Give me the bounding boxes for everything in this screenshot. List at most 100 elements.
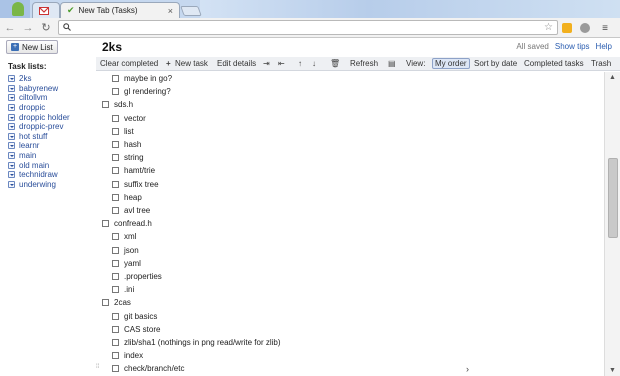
clear-completed-button[interactable]: Clear completed — [100, 59, 158, 68]
sidebar-item[interactable]: technidraw — [8, 170, 70, 180]
task-text[interactable]: avl tree — [124, 206, 150, 215]
task-text[interactable]: suffix tree — [124, 180, 159, 189]
task-row[interactable]: avl tree — [112, 204, 150, 217]
task-text[interactable]: xml — [124, 232, 136, 241]
task-row[interactable]: xml — [112, 230, 136, 243]
task-checkbox[interactable] — [112, 75, 119, 82]
task-text[interactable]: sds.h — [114, 100, 133, 109]
dropdown-icon[interactable] — [8, 94, 15, 102]
task-text[interactable]: .ini — [124, 285, 134, 294]
task-checkbox[interactable] — [112, 259, 119, 267]
scroll-down-icon[interactable]: ▼ — [609, 367, 616, 374]
task-row[interactable]: check/branch/etc — [112, 362, 184, 375]
dropdown-icon[interactable] — [8, 142, 15, 150]
task-text[interactable]: gl rendering? — [124, 87, 171, 96]
edit-details-button[interactable]: Edit details — [217, 59, 256, 68]
task-row[interactable]: list — [112, 125, 134, 138]
sidebar-item-label[interactable]: droppic — [19, 103, 45, 112]
task-row[interactable]: yaml — [112, 257, 141, 270]
task-checkbox[interactable] — [102, 101, 109, 109]
task-text[interactable]: list — [124, 127, 134, 136]
task-text[interactable]: string — [124, 153, 144, 162]
my-order-button[interactable]: My order — [432, 58, 470, 69]
sidebar-item[interactable]: hot stuff — [8, 132, 70, 142]
sidebar-item[interactable]: 2ks — [8, 74, 70, 84]
star-icon[interactable]: ☆ — [544, 22, 553, 33]
vertical-scrollbar[interactable]: ▲ ▼ — [604, 72, 620, 376]
task-checkbox[interactable] — [112, 352, 119, 360]
trash-button[interactable]: Trash — [591, 59, 611, 68]
task-checkbox[interactable] — [112, 325, 119, 333]
task-text[interactable]: git basics — [124, 312, 157, 321]
dropdown-icon[interactable] — [8, 132, 15, 140]
scrollbar-thumb[interactable] — [608, 158, 618, 238]
tab-tasks[interactable]: ✔ New Tab (Tasks) × — [60, 2, 180, 18]
task-row[interactable]: zlib/sha1 (nothings in png read/write fo… — [112, 336, 281, 349]
indent-icon[interactable]: ⇥ — [263, 59, 270, 68]
sidebar-item[interactable]: droppic — [8, 103, 70, 113]
trash-icon[interactable]: 🗑 — [330, 59, 340, 68]
help-link[interactable]: Help — [596, 42, 612, 51]
task-text[interactable]: check/branch/etc — [124, 364, 184, 373]
address-input[interactable] — [75, 23, 545, 32]
sidebar-item-label[interactable]: main — [19, 151, 36, 160]
sidebar-item-label[interactable]: droppic-prev — [19, 122, 63, 131]
new-list-button[interactable]: + New List — [6, 40, 58, 54]
task-checkbox[interactable] — [112, 154, 119, 162]
resize-grip-icon[interactable]: ⁞⁞ — [96, 364, 106, 374]
back-button[interactable]: ← — [2, 20, 18, 36]
tab-gmail[interactable] — [32, 2, 60, 18]
task-row[interactable]: git basics — [112, 310, 157, 323]
extension-button-2[interactable] — [578, 21, 592, 35]
dropdown-icon[interactable] — [8, 171, 15, 179]
new-tab-button[interactable] — [180, 6, 202, 16]
task-row[interactable]: maybe in go? — [112, 72, 172, 85]
chevron-right-icon[interactable]: › — [466, 364, 469, 374]
sidebar-item-label[interactable]: droppic holder — [19, 113, 70, 122]
task-text[interactable]: CAS store — [124, 325, 160, 334]
task-group-row[interactable]: confread.h — [102, 217, 152, 230]
dropdown-icon[interactable] — [8, 104, 15, 112]
task-text[interactable]: .properties — [124, 272, 162, 281]
dropdown-icon[interactable] — [8, 152, 15, 160]
task-text[interactable]: hash — [124, 140, 141, 149]
task-checkbox[interactable] — [112, 312, 119, 320]
task-text[interactable]: index — [124, 351, 143, 360]
sidebar-item[interactable]: droppic holder — [8, 112, 70, 122]
task-text[interactable]: yaml — [124, 259, 141, 268]
dropdown-icon[interactable] — [8, 113, 15, 121]
task-checkbox[interactable] — [112, 273, 119, 280]
task-text[interactable]: vector — [124, 114, 146, 123]
sidebar-item-label[interactable]: 2ks — [19, 74, 31, 83]
sidebar-item-label[interactable]: underwing — [19, 180, 56, 189]
task-text[interactable]: maybe in go? — [124, 74, 172, 83]
address-bar[interactable]: ☆ — [58, 20, 558, 35]
dropdown-icon[interactable] — [8, 161, 15, 169]
task-text[interactable]: zlib/sha1 (nothings in png read/write fo… — [124, 338, 281, 347]
dropdown-icon[interactable] — [8, 75, 15, 83]
sidebar-item-label[interactable]: technidraw — [19, 170, 58, 179]
task-checkbox[interactable] — [112, 193, 119, 201]
sidebar-item[interactable]: learnr — [8, 141, 70, 151]
sidebar-item-label[interactable]: learnr — [19, 141, 39, 150]
completed-tasks-button[interactable]: Completed tasks — [524, 59, 584, 68]
sidebar-item[interactable]: ciltollvm — [8, 93, 70, 103]
task-text[interactable]: 2cas — [114, 298, 131, 307]
refresh-button[interactable]: Refresh — [350, 59, 378, 68]
sidebar-item[interactable]: old main — [8, 160, 70, 170]
task-checkbox[interactable] — [102, 220, 109, 228]
task-checkbox[interactable] — [112, 207, 119, 214]
move-down-icon[interactable]: ↓ — [312, 59, 316, 68]
task-row[interactable]: string — [112, 151, 144, 164]
task-checkbox[interactable] — [112, 141, 119, 148]
task-row[interactable]: hash — [112, 138, 141, 151]
task-row[interactable]: json — [112, 244, 139, 257]
task-checkbox[interactable] — [112, 365, 119, 373]
task-group-row[interactable]: sds.h — [102, 98, 133, 111]
new-task-button[interactable]: New task — [175, 59, 208, 68]
task-checkbox[interactable] — [112, 246, 119, 254]
task-text[interactable]: heap — [124, 193, 142, 202]
task-checkbox[interactable] — [112, 233, 119, 241]
task-group-row[interactable]: 2cas — [102, 296, 131, 309]
sidebar-item-label[interactable]: ciltollvm — [19, 93, 47, 102]
